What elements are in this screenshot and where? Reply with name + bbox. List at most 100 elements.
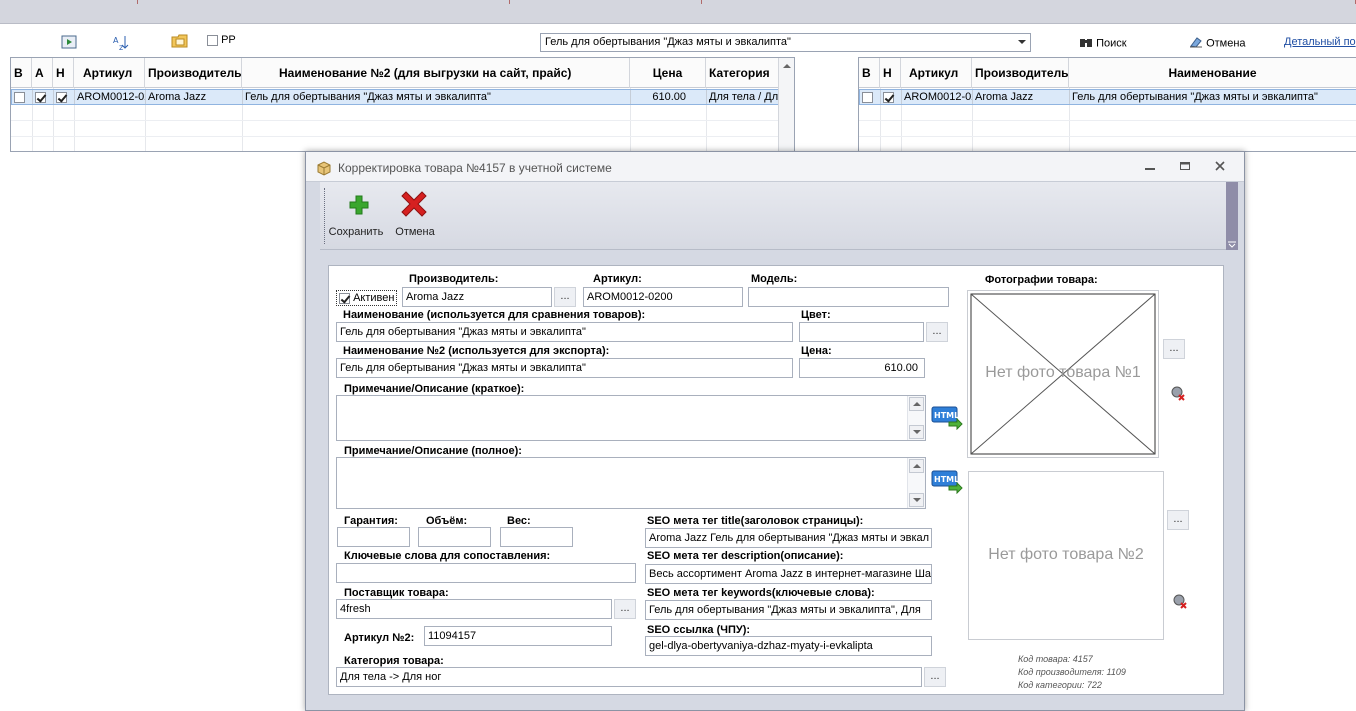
column-header[interactable]: В: [859, 58, 880, 88]
article2-field[interactable]: 11094157: [424, 626, 612, 646]
maker-field[interactable]: Aroma Jazz: [402, 287, 552, 307]
search-button[interactable]: Поиск: [1079, 36, 1127, 51]
seo-url-label: SEO ссылка (ЧПУ):: [647, 624, 751, 636]
top-strip: [0, 0, 1356, 24]
column-header[interactable]: Производитель: [145, 58, 242, 88]
sort-icon[interactable]: Az: [112, 34, 130, 52]
close-button[interactable]: [1213, 160, 1227, 174]
toolbar-overflow[interactable]: [1226, 182, 1238, 250]
photo-1-browse-button[interactable]: ...: [1163, 339, 1185, 359]
column-header[interactable]: Артикул: [901, 58, 972, 88]
article2-label: Артикул №2:: [344, 632, 415, 644]
article-field[interactable]: AROM0012-0200: [583, 287, 743, 307]
tab-segment: [0, 0, 138, 4]
row-checkbox-v[interactable]: [12, 90, 33, 104]
eraser-icon: [1189, 36, 1203, 51]
tab-segment: [512, 0, 702, 4]
column-header[interactable]: Категория: [706, 58, 779, 88]
minimize-button[interactable]: [1143, 160, 1157, 174]
category-browse-button[interactable]: ...: [924, 667, 946, 687]
seo-keywords-field[interactable]: Гель для обертывания "Джаз мяты и эвкали…: [645, 600, 932, 620]
cancel-filter-label: Отмена: [1206, 37, 1246, 50]
volume-field[interactable]: [418, 527, 491, 547]
detail-link[interactable]: Детальный по: [1284, 36, 1356, 48]
photo-slot-1[interactable]: Нет фото товара №1: [967, 290, 1159, 458]
column-header[interactable]: А: [32, 58, 53, 88]
row-checkbox-n[interactable]: [54, 90, 75, 104]
column-header[interactable]: Н: [53, 58, 74, 88]
column-header[interactable]: Производитель: [972, 58, 1069, 88]
full-note-label: Примечание/Описание (полное):: [344, 445, 522, 457]
pp-checkbox[interactable]: PP: [207, 34, 236, 46]
name-label: Наименование (используется для сравнения…: [343, 309, 646, 321]
keywords-field[interactable]: [336, 563, 636, 583]
name-field[interactable]: Гель для обертывания "Джаз мяты и эвкали…: [336, 322, 793, 342]
products-grid[interactable]: В А Н Артикул Производитель Наименование…: [10, 57, 795, 152]
row-checkbox-a[interactable]: [33, 90, 54, 104]
maximize-button[interactable]: [1178, 160, 1192, 174]
short-note-textarea[interactable]: [336, 395, 926, 441]
box-icon: [316, 160, 332, 179]
row-checkbox-n[interactable]: [881, 90, 902, 104]
chevron-down-icon[interactable]: [1018, 40, 1026, 44]
column-header[interactable]: В: [11, 58, 32, 88]
warranty-field[interactable]: [337, 527, 410, 547]
svg-text:z: z: [119, 43, 123, 52]
save-button[interactable]: Сохранить: [326, 188, 386, 244]
color-picker-button[interactable]: ...: [926, 322, 948, 342]
site-products-grid[interactable]: В Н Артикул Производитель Наименование A…: [858, 57, 1356, 152]
column-header[interactable]: Цена: [630, 58, 706, 88]
grid-line: [859, 136, 1356, 137]
active-checkbox[interactable]: Активен: [336, 290, 398, 306]
weight-field[interactable]: [500, 527, 573, 547]
full-note-textarea[interactable]: [336, 457, 926, 509]
category-code-text: Код категории: 722: [1018, 680, 1102, 690]
row-checkbox-v[interactable]: [860, 90, 881, 104]
dialog-titlebar[interactable]: Корректировка товара №4157 в учетной сис…: [306, 152, 1244, 182]
folder-icon[interactable]: [171, 33, 189, 49]
grid-header: В А Н Артикул Производитель Наименование…: [11, 58, 779, 88]
scroll-down-icon[interactable]: [909, 493, 924, 507]
html-editor-short-button[interactable]: HTML: [931, 406, 963, 431]
seo-description-field[interactable]: Весь ассортимент Aroma Jazz в интернет-м…: [645, 564, 932, 584]
grid-header: В Н Артикул Производитель Наименование: [859, 58, 1356, 88]
export-icon[interactable]: [61, 35, 79, 51]
maker-browse-button[interactable]: ...: [554, 287, 576, 307]
column-header[interactable]: Наименование №2 (для выгрузки на сайт, п…: [242, 58, 630, 88]
column-header[interactable]: Наименование: [1069, 58, 1356, 88]
cancel-filter-button[interactable]: Отмена: [1189, 36, 1246, 51]
scroll-down-icon[interactable]: [909, 425, 924, 439]
photo-2-delete-icon[interactable]: [1172, 593, 1188, 612]
seo-title-field[interactable]: Aroma Jazz Гель для обертывания "Джаз мя…: [645, 528, 932, 548]
cell-maker: Aroma Jazz: [973, 90, 1070, 104]
photo-2-browse-button[interactable]: ...: [1167, 510, 1189, 530]
table-row[interactable]: AROM0012-02 Aroma Jazz Гель для обертыва…: [859, 89, 1356, 105]
vertical-scrollbar[interactable]: [778, 58, 794, 151]
supplier-field[interactable]: 4fresh: [336, 599, 612, 619]
table-row[interactable]: AROM0012-02 Aroma Jazz Гель для обертыва…: [11, 89, 780, 105]
html-editor-full-button[interactable]: HTML: [931, 470, 963, 495]
supplier-browse-button[interactable]: ...: [614, 599, 636, 619]
vertical-scrollbar[interactable]: [907, 458, 925, 508]
column-header[interactable]: Артикул: [74, 58, 145, 88]
seo-url-field[interactable]: gel-dlya-obertyvaniya-dzhaz-myaty-i-evka…: [645, 636, 932, 656]
scroll-up-icon[interactable]: [909, 459, 924, 473]
product-search-combo[interactable]: Гель для обертывания "Джаз мяты и эвкали…: [540, 33, 1031, 52]
edit-product-dialog: Корректировка товара №4157 в учетной сис…: [305, 151, 1245, 711]
tab-segment: [140, 0, 510, 4]
model-field[interactable]: [748, 287, 949, 307]
photo-1-delete-icon[interactable]: [1170, 385, 1186, 404]
price-field[interactable]: 610.00: [799, 358, 925, 378]
category-field[interactable]: Для тела -> Для ног: [336, 667, 922, 687]
warranty-label: Гарантия:: [344, 515, 398, 527]
name2-field[interactable]: Гель для обертывания "Джаз мяты и эвкали…: [336, 358, 793, 378]
cell-category: Для тела / Дл: [709, 90, 780, 104]
scroll-up-icon[interactable]: [909, 397, 924, 411]
column-header[interactable]: Н: [880, 58, 901, 88]
cancel-button[interactable]: Отмена: [384, 188, 446, 244]
photo-1-placeholder-text: Нет фото товара №1: [985, 364, 1141, 381]
photo-slot-2[interactable]: Нет фото товара №2: [968, 471, 1164, 640]
color-field[interactable]: [799, 322, 924, 342]
svg-text:HTML: HTML: [934, 475, 959, 484]
vertical-scrollbar[interactable]: [907, 396, 925, 440]
